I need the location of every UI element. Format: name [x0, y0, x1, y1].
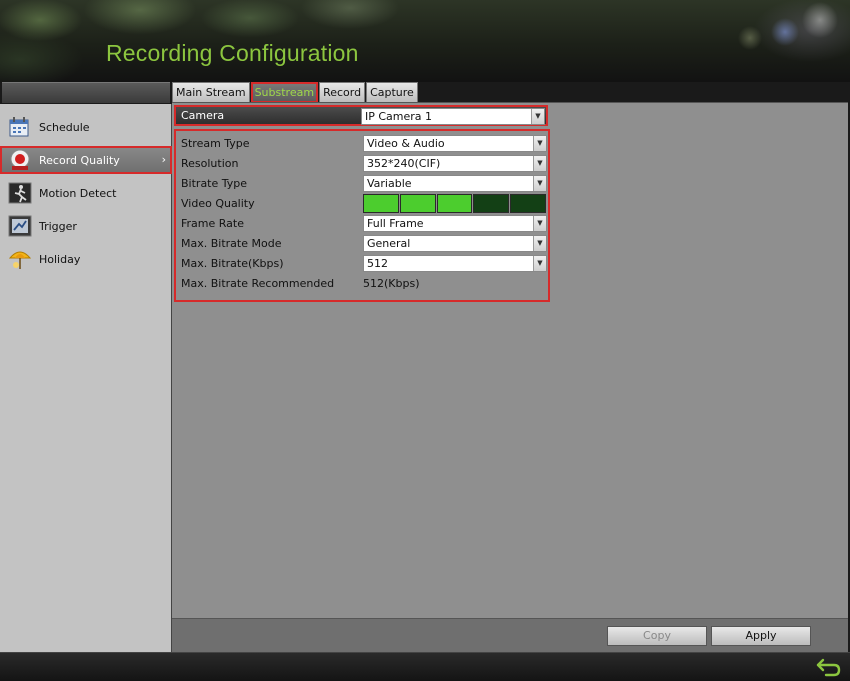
- frame-rate-value: Full Frame: [367, 217, 424, 230]
- video-quality-label: Video Quality: [181, 197, 255, 210]
- record-icon: [8, 149, 32, 171]
- tab-substream[interactable]: Substream: [250, 82, 319, 103]
- chevron-down-icon[interactable]: ▼: [533, 236, 546, 251]
- copy-button[interactable]: Copy: [607, 626, 707, 646]
- chevron-down-icon[interactable]: ▼: [531, 109, 544, 124]
- header-banner: Recording Configuration: [0, 0, 850, 82]
- max-bitrate-value: 512: [367, 257, 388, 270]
- camera-row: Camera IP Camera 1 ▼: [174, 105, 548, 126]
- frame-rate-label: Frame Rate: [181, 217, 244, 230]
- sidebar-item-label: Record Quality: [39, 153, 120, 167]
- bitrate-type-label: Bitrate Type: [181, 177, 248, 190]
- sidebar-item-record-quality[interactable]: Record Quality ›: [0, 146, 172, 174]
- sidebar-item-motion-detect[interactable]: Motion Detect: [0, 179, 172, 207]
- max-bitrate-select[interactable]: 512 ▼: [363, 255, 547, 272]
- max-bitrate-mode-value: General: [367, 237, 411, 250]
- chevron-down-icon[interactable]: ▼: [533, 216, 546, 231]
- tab-capture[interactable]: Capture: [366, 82, 418, 103]
- sidebar-item-trigger[interactable]: Trigger: [0, 212, 172, 240]
- bitrate-type-value: Variable: [367, 177, 412, 190]
- motion-icon: [8, 182, 32, 204]
- sidebar-header: [2, 82, 170, 103]
- footer-bar: [0, 652, 850, 681]
- max-bitrate-recommended-value: 512(Kbps): [363, 277, 420, 290]
- chevron-down-icon[interactable]: ▼: [533, 156, 546, 171]
- resolution-value: 352*240(CIF): [367, 157, 441, 170]
- video-quality-segment[interactable]: [473, 194, 510, 213]
- stream-settings-box: Stream Type Video & Audio ▼ Resolution 3…: [174, 129, 550, 302]
- trigger-icon: [8, 215, 32, 237]
- calendar-icon: [8, 116, 32, 138]
- tab-bar: Main Stream Substream Record Capture: [172, 82, 419, 103]
- max-bitrate-mode-label: Max. Bitrate Mode: [181, 237, 282, 250]
- camera-select-value: IP Camera 1: [365, 110, 433, 123]
- camera-label: Camera: [181, 109, 225, 122]
- sidebar-item-holiday[interactable]: Holiday: [0, 245, 172, 273]
- tab-main-stream[interactable]: Main Stream: [172, 82, 250, 103]
- frame-rate-select[interactable]: Full Frame ▼: [363, 215, 547, 232]
- action-bar: Copy Apply: [172, 618, 848, 652]
- video-quality-slider[interactable]: [363, 194, 547, 213]
- resolution-label: Resolution: [181, 157, 239, 170]
- chevron-right-icon: ›: [161, 153, 166, 166]
- sidebar-item-label: Motion Detect: [39, 186, 117, 200]
- max-bitrate-label: Max. Bitrate(Kbps): [181, 257, 284, 270]
- chevron-down-icon[interactable]: ▼: [533, 176, 546, 191]
- chevron-down-icon[interactable]: ▼: [533, 256, 546, 271]
- max-bitrate-recommended-label: Max. Bitrate Recommended: [181, 277, 335, 290]
- sidebar: Schedule Record Quality › Motion Detect: [0, 104, 172, 652]
- video-quality-segment[interactable]: [363, 194, 399, 213]
- back-arrow-icon[interactable]: [816, 656, 842, 678]
- video-quality-segment[interactable]: [399, 194, 436, 213]
- video-quality-segment[interactable]: [510, 194, 546, 213]
- sidebar-item-label: Schedule: [39, 120, 90, 134]
- apply-button[interactable]: Apply: [711, 626, 811, 646]
- stream-type-value: Video & Audio: [367, 137, 445, 150]
- sidebar-item-label: Holiday: [39, 252, 81, 266]
- stream-type-select[interactable]: Video & Audio ▼: [363, 135, 547, 152]
- stream-type-label: Stream Type: [181, 137, 250, 150]
- main-panel: Camera IP Camera 1 ▼ Stream Type Video &…: [172, 103, 848, 652]
- max-bitrate-mode-select[interactable]: General ▼: [363, 235, 547, 252]
- holiday-icon: [8, 248, 32, 270]
- chevron-down-icon[interactable]: ▼: [533, 136, 546, 151]
- bitrate-type-select[interactable]: Variable ▼: [363, 175, 547, 192]
- video-quality-segment[interactable]: [436, 194, 473, 213]
- header-bokeh-image: [690, 0, 850, 82]
- sidebar-item-label: Trigger: [39, 219, 77, 233]
- page-title: Recording Configuration: [106, 40, 359, 66]
- camera-select[interactable]: IP Camera 1 ▼: [361, 108, 545, 125]
- resolution-select[interactable]: 352*240(CIF) ▼: [363, 155, 547, 172]
- tab-record[interactable]: Record: [319, 82, 366, 103]
- sidebar-item-schedule[interactable]: Schedule: [0, 113, 172, 141]
